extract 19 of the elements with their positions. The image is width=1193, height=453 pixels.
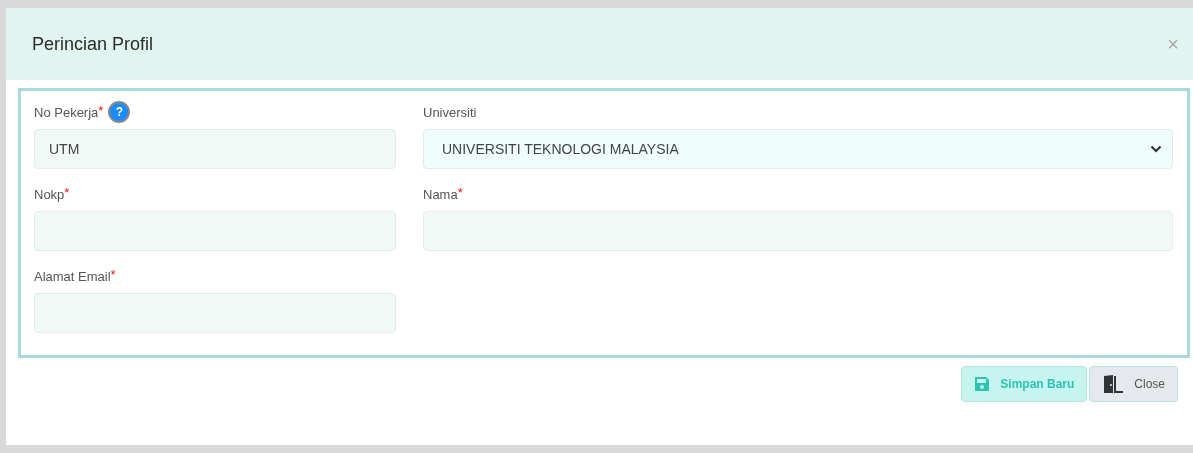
field-label: Universiti [423,104,477,120]
required-mark: * [64,185,70,200]
required-mark: * [110,267,116,282]
chevron-down-icon [1150,145,1162,153]
required-mark: * [457,185,463,200]
door-icon [1102,374,1125,394]
help-icon[interactable]: ? [110,103,129,121]
text-field[interactable]: UTM [34,129,396,169]
close-button[interactable]: Close [1089,366,1178,402]
text-field[interactable] [423,211,1173,251]
field-label: Nama [423,186,458,202]
dialog-title: Perincian Profil [32,33,154,55]
field-label: No Pekerja [34,104,99,120]
text-field[interactable] [34,211,396,251]
field-label: Alamat Email [34,268,111,284]
required-mark: * [98,103,104,118]
field-label: Nokp [34,186,65,202]
select-field[interactable]: UNIVERSITI TEKNOLOGI MALAYSIA [423,129,1173,169]
text-field[interactable] [34,293,396,333]
